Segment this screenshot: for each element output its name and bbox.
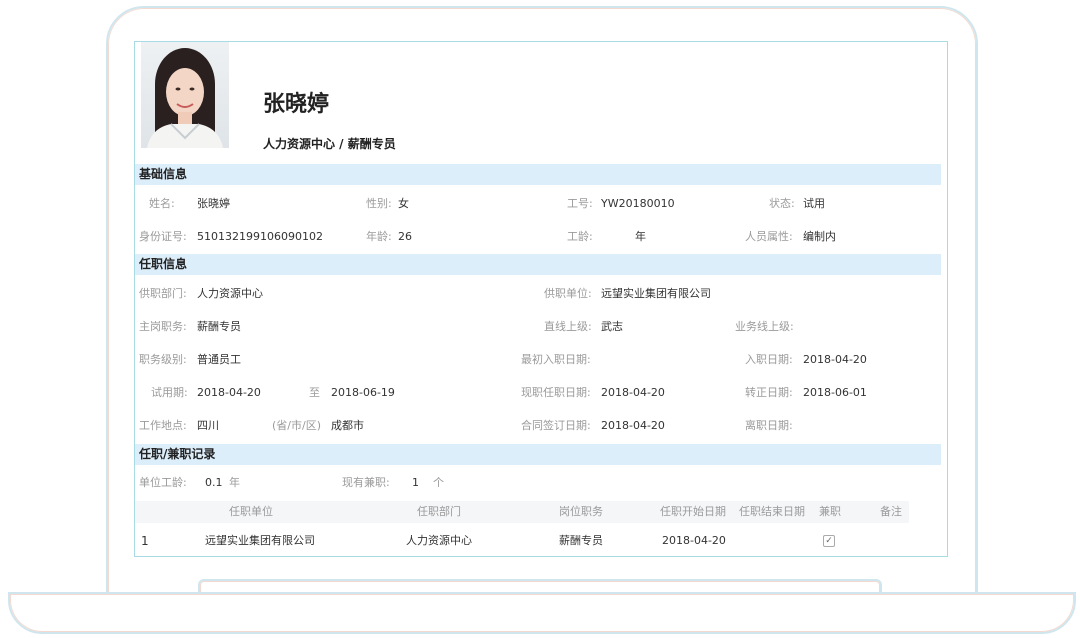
col-parttime: 兼职 [819,505,841,518]
section-job-info: 任职信息 [135,254,941,275]
unit-seniority-label: 单位工龄: [139,476,187,489]
name-value: 张晓婷 [197,197,230,210]
company-value: 远望实业集团有限公司 [601,287,711,300]
seniority-unit: 年 [635,230,646,243]
location-label: 工作地点: [139,419,187,432]
employee-name: 张晓婷 [263,92,330,117]
grade-value: 普通员工 [197,353,241,366]
parttime-value: 1 [412,476,419,489]
status-value: 试用 [803,197,825,210]
gender-label: 性别: [366,197,392,210]
table-row[interactable]: 1 远望实业集团有限公司 人力资源中心 薪酬专员 2018-04-20 ✓ [135,530,941,552]
parttime-label: 现有兼职: [342,476,390,489]
avatar [141,42,229,148]
company-label: 供职单位: [544,287,592,300]
regular-label: 转正日期: [745,386,793,399]
location-province: 四川 [197,419,219,432]
row-company: 远望实业集团有限公司 [205,534,315,547]
entry-value: 2018-04-20 [803,353,867,366]
seniority-label: 工龄: [567,230,593,243]
job-row-1: 供职部门: 人力资源中心 供职单位: 远望实业集团有限公司 [135,284,941,304]
status-label: 状态: [769,197,795,210]
row-dept: 人力资源中心 [406,534,472,547]
id-label: 身份证号: [139,230,187,243]
parttime-checkbox[interactable]: ✓ [823,535,835,547]
superior-label: 直线上级: [544,320,592,333]
row-start: 2018-04-20 [662,534,726,547]
col-dept: 任职部门 [417,505,461,518]
contract-label: 合同签订日期: [521,419,591,432]
col-note: 备注 [880,505,902,518]
basic-row-1: 姓名: 张晓婷 性别: 女 工号: YW20180010 状态: 试用 [135,194,941,214]
dept-value: 人力资源中心 [197,287,263,300]
section-basic-info: 基础信息 [135,164,941,185]
row-index: 1 [141,534,149,548]
records-summary: 单位工龄: 0.1 年 现有兼职: 1 个 [135,473,941,493]
job-row-4: 试用期: 2018-04-20 至 2018-06-19 现职任职日期: 201… [135,383,941,403]
parttime-unit: 个 [433,476,444,489]
location-city: 成都市 [331,419,364,432]
probation-label: 试用期: [151,386,188,399]
name-label: 姓名: [149,197,175,210]
probation-start: 2018-04-20 [197,386,261,399]
current-start-label: 现职任职日期: [521,386,591,399]
grade-label: 职务级别: [139,353,187,366]
employee-department-title: 人力资源中心 / 薪酬专员 [263,137,396,151]
leave-label: 离职日期: [745,419,793,432]
biz-superior-label: 业务线上级: [735,320,794,333]
superior-value: 武志 [601,320,623,333]
id-value: 510132199106090102 [197,230,323,243]
position-label: 主岗职务: [139,320,187,333]
unit-seniority-value: 0.1 [205,476,223,489]
age-label: 年龄: [366,230,392,243]
entry-label: 入职日期: [745,353,793,366]
employee-no-label: 工号: [567,197,593,210]
job-row-3: 职务级别: 普通员工 最初入职日期: 入职日期: 2018-04-20 [135,350,941,370]
contract-value: 2018-04-20 [601,419,665,432]
gender-value: 女 [398,197,409,210]
current-start-value: 2018-04-20 [601,386,665,399]
row-position: 薪酬专员 [559,534,603,547]
col-end: 任职结束日期 [739,505,805,518]
dept-label: 供职部门: [139,287,187,300]
records-table-header: 任职单位 任职部门 岗位职务 任职开始日期 任职结束日期 兼职 备注 [135,501,909,523]
position-value: 薪酬专员 [197,320,241,333]
unit-seniority-unit: 年 [229,476,240,489]
personnel-attr-label: 人员属性: [745,230,793,243]
col-start: 任职开始日期 [660,505,726,518]
job-row-2: 主岗职务: 薪酬专员 直线上级: 武志 业务线上级: [135,317,941,337]
regular-value: 2018-06-01 [803,386,867,399]
job-row-5: 工作地点: 四川 (省/市/区) 成都市 合同签订日期: 2018-04-20 … [135,416,941,436]
personnel-attr-value: 编制内 [803,230,836,243]
col-company: 任职单位 [229,505,273,518]
probation-to: 至 [309,386,320,399]
first-entry-label: 最初入职日期: [521,353,591,366]
employee-no-value: YW20180010 [601,197,675,210]
age-value: 26 [398,230,412,243]
basic-row-2: 身份证号: 510132199106090102 年龄: 26 工龄: 年 人员… [135,227,941,247]
probation-end: 2018-06-19 [331,386,395,399]
location-hint: (省/市/区) [272,419,321,432]
col-position: 岗位职务 [559,505,603,518]
section-records: 任职/兼职记录 [135,444,941,465]
employee-profile-screen: 张晓婷 人力资源中心 / 薪酬专员 基础信息 姓名: 张晓婷 性别: 女 工号:… [134,41,948,557]
laptop-base [8,592,1076,634]
